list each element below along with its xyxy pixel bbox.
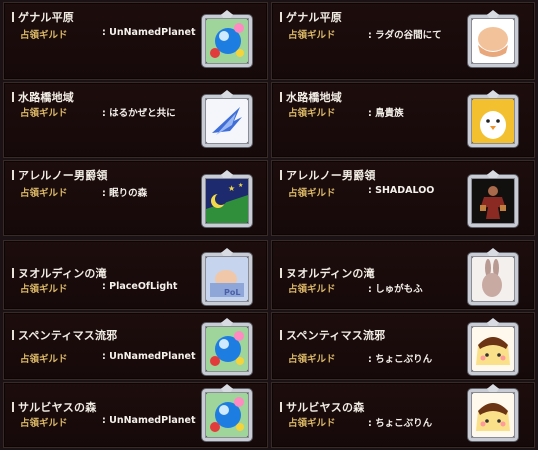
guild-name: : ちょこぷりん: [368, 354, 433, 365]
guild-emblem[interactable]: [202, 10, 252, 67]
guild-emblem[interactable]: [468, 248, 518, 305]
planet-flower-icon: [206, 19, 248, 63]
region-name: サルビヤスの森: [280, 399, 364, 415]
svg-text:★: ★: [238, 182, 243, 189]
guild-name: : ラダの谷間にて: [368, 30, 442, 41]
occupying-guild-label: 占領ギルド: [288, 418, 336, 429]
occupying-guild-label: 占領ギルド: [288, 354, 336, 365]
guild-name: : UnNamedPlanet: [102, 27, 196, 38]
rabbit-icon: [472, 257, 514, 301]
region-name: アレルノー男爵領: [12, 167, 108, 183]
region-name: アレルノー男爵領: [280, 167, 376, 183]
territory-card[interactable]: 水路橋地域 占領ギルド : はるかぜと共に: [3, 82, 268, 158]
fighter-icon: [472, 179, 514, 223]
moon-stars-icon: ★ ★: [206, 179, 248, 223]
pudding-icon: [472, 393, 514, 437]
region-name: サルビヤスの森: [12, 399, 96, 415]
region-name: 水路橋地域: [12, 89, 74, 105]
occupying-guild-label: 占領ギルド: [20, 354, 68, 365]
territory-card[interactable]: サルビヤスの森 占領ギルド : ちょこぷりん: [271, 382, 535, 448]
occupying-guild-label: 占領ギルド: [20, 188, 68, 199]
guild-name: : ちょこぷりん: [368, 418, 433, 429]
region-name: ヌオルディンの滝: [280, 265, 375, 281]
region-name: ゲナル平原: [280, 9, 342, 25]
crossed-arms-icon: [472, 19, 514, 63]
guild-emblem[interactable]: [202, 384, 252, 441]
occupying-guild-label: 占領ギルド: [20, 108, 68, 119]
guild-name: : しゅがもふ: [368, 284, 423, 295]
territory-card[interactable]: アレルノー男爵領 占領ギルド : SHADALOO: [271, 160, 535, 236]
guild-emblem[interactable]: ★ ★: [202, 170, 252, 227]
territory-card[interactable]: ヌオルディンの滝 占領ギルド : PlaceOfLight PoL: [3, 240, 268, 310]
region-name: ヌオルディンの滝: [12, 265, 107, 281]
occupying-guild-label: 占領ギルド: [288, 188, 336, 199]
occupying-guild-label: 占領ギルド: [288, 108, 336, 119]
territory-card[interactable]: ヌオルディンの滝 占領ギルド : しゅがもふ: [271, 240, 535, 310]
guild-emblem[interactable]: [202, 318, 252, 375]
territory-card[interactable]: アレルノー男爵領 占領ギルド : 眠りの森 ★ ★: [3, 160, 268, 236]
territory-card[interactable]: サルビヤスの森 占領ギルド : UnNamedPlanet: [3, 382, 268, 448]
territory-card[interactable]: スペンティマス流邪 占領ギルド : UnNamedPlanet: [3, 312, 268, 380]
chick-icon: [472, 99, 514, 143]
guild-emblem[interactable]: [202, 90, 252, 147]
territory-card[interactable]: ゲナル平原 占領ギルド : UnNamedPlanet: [3, 2, 268, 80]
guild-emblem[interactable]: PoL: [202, 248, 252, 305]
guild-name: : PlaceOfLight: [102, 281, 178, 292]
region-name: 水路橋地域: [280, 89, 342, 105]
guild-emblem[interactable]: [468, 170, 518, 227]
guild-name: : はるかぜと共に: [102, 108, 176, 119]
pudding-icon: [472, 327, 514, 371]
svg-text:PoL: PoL: [224, 288, 240, 297]
guild-emblem[interactable]: [468, 384, 518, 441]
occupying-guild-label: 占領ギルド: [20, 418, 68, 429]
guild-emblem[interactable]: [468, 10, 518, 67]
guild-name: : 鳥貴族: [368, 108, 404, 119]
guild-name: : SHADALOO: [368, 185, 435, 196]
svg-text:★: ★: [228, 184, 235, 193]
planet-flower-icon: [206, 327, 248, 371]
occupying-guild-label: 占領ギルド: [288, 284, 336, 295]
region-name: ゲナル平原: [12, 9, 74, 25]
territory-board: ゲナル平原 占領ギルド : UnNamedPlanet 水路橋地域 占領ギルド …: [0, 0, 538, 450]
wing-icon: [206, 99, 248, 143]
guild-emblem[interactable]: [468, 90, 518, 147]
region-name: スペンティマス流邪: [12, 327, 117, 343]
region-name: スペンティマス流邪: [280, 327, 385, 343]
territory-card[interactable]: スペンティマス流邪 占領ギルド : ちょこぷりん: [271, 312, 535, 380]
occupying-guild-label: 占領ギルド: [288, 30, 336, 41]
occupying-guild-label: 占領ギルド: [20, 284, 68, 295]
guild-name: : UnNamedPlanet: [102, 415, 196, 426]
guild-name: : 眠りの森: [102, 188, 148, 199]
sleeping-pol-icon: PoL: [206, 257, 248, 301]
territory-card[interactable]: 水路橋地域 占領ギルド : 鳥貴族: [271, 82, 535, 158]
guild-name: : UnNamedPlanet: [102, 351, 196, 362]
territory-card[interactable]: ゲナル平原 占領ギルド : ラダの谷間にて: [271, 2, 535, 80]
guild-emblem[interactable]: [468, 318, 518, 375]
occupying-guild-label: 占領ギルド: [20, 30, 68, 41]
planet-flower-icon: [206, 393, 248, 437]
